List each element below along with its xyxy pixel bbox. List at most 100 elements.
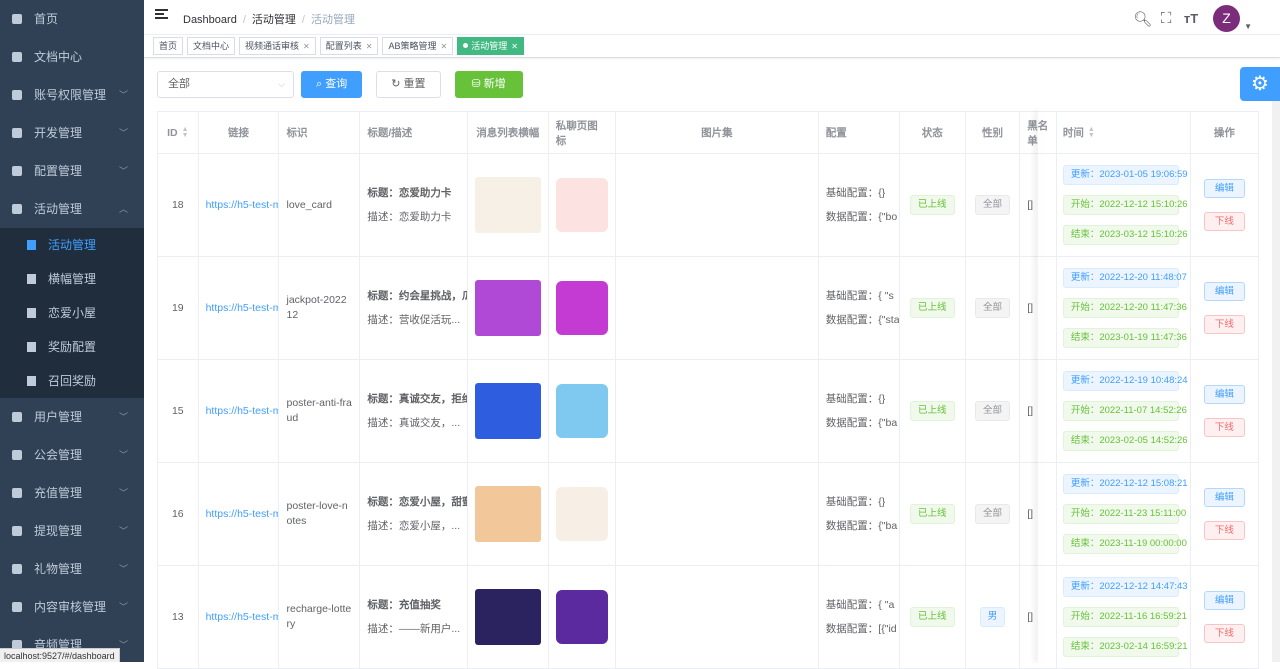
offline-button[interactable]: 下线 xyxy=(1204,624,1245,643)
sort-icon[interactable]: ▲▼ xyxy=(1088,127,1095,139)
tag-4[interactable]: AB策略管理✕ xyxy=(382,37,453,55)
submenu-item-1[interactable]: 横幅管理 xyxy=(0,262,144,296)
base-label: 基础配置： xyxy=(826,496,879,508)
cell-sex: 男 xyxy=(966,566,1020,668)
cell-ident: poster-love-notes xyxy=(279,463,360,565)
query-button[interactable]: ⌕ 查询 xyxy=(301,71,362,98)
time-badges: 更新：2022-12-12 14:47:43开始：2022-11-16 16:5… xyxy=(1063,572,1179,662)
sidebar-item-6[interactable]: 用户管理﹀ xyxy=(0,398,144,436)
base-value: {} xyxy=(878,187,885,199)
row-link[interactable]: https://h5-test-mo xyxy=(206,611,280,623)
time-label: 更新： xyxy=(1071,272,1100,283)
submenu-item-4[interactable]: 召回奖励 xyxy=(0,364,144,398)
close-icon[interactable]: ✕ xyxy=(366,42,373,51)
time-end-badge: 结束：2023-02-05 14:52:26 xyxy=(1063,431,1179,451)
sidebar-item-11[interactable]: 内容审核管理﹀ xyxy=(0,588,144,626)
offline-button[interactable]: 下线 xyxy=(1204,315,1245,334)
title-desc: 标题：恋爱助力卡描述：恋爱助力卡 xyxy=(367,181,451,229)
sidebar-item-10[interactable]: 礼物管理﹀ xyxy=(0,550,144,588)
base-label: 基础配置： xyxy=(826,393,879,405)
sidebar-item-8[interactable]: 充值管理﹀ xyxy=(0,474,144,512)
col-id[interactable]: ID▲▼ xyxy=(158,112,199,153)
sidebar-item-1[interactable]: 文档中心 xyxy=(0,38,144,76)
col-time[interactable]: 时间▲▼ xyxy=(1057,112,1191,153)
add-button[interactable]: ⛁ 新增 xyxy=(455,71,523,98)
vertical-scrollbar[interactable] xyxy=(1272,101,1280,662)
close-icon[interactable]: ✕ xyxy=(511,42,518,51)
tag-5[interactable]: 活动管理✕ xyxy=(457,37,524,55)
config: 基础配置：{ "a数据配置：[{"id xyxy=(826,593,897,641)
cell-link: https://h5-test-mo xyxy=(199,566,280,668)
cell-ident: love_card xyxy=(279,154,360,256)
edit-button[interactable]: 编辑 xyxy=(1204,488,1245,507)
filter-select[interactable]: 全部⌵ xyxy=(157,71,294,98)
edit-button[interactable]: 编辑 xyxy=(1204,282,1245,301)
sidebar-item-7[interactable]: 公会管理﹀ xyxy=(0,436,144,474)
close-icon[interactable]: ✕ xyxy=(440,42,447,51)
font-size-icon[interactable]: тT xyxy=(1183,11,1199,26)
breadcrumb-root[interactable]: Dashboard xyxy=(183,14,237,26)
cell-link: https://h5-test-mo xyxy=(199,154,280,256)
private-icon-image[interactable] xyxy=(556,590,608,644)
sidebar-item-0[interactable]: 首页 xyxy=(0,0,144,38)
sidebar-item-3[interactable]: 开发管理﹀ xyxy=(0,114,144,152)
offline-button[interactable]: 下线 xyxy=(1204,418,1245,437)
sex-badge: 全部 xyxy=(975,401,1010,421)
sidebar-item-label: 首页 xyxy=(34,12,58,26)
avatar[interactable]: Z xyxy=(1213,5,1240,32)
tag-3[interactable]: 配置列表✕ xyxy=(320,37,379,55)
time-label: 更新： xyxy=(1071,581,1100,592)
search-icon[interactable]: 🔍︎ xyxy=(1133,10,1149,28)
col-title: 标题/描述 xyxy=(360,112,467,153)
sidebar-item-5[interactable]: 活动管理︿ xyxy=(0,190,144,228)
row-link[interactable]: https://h5-test-mo xyxy=(206,302,280,314)
sidebar-item-2[interactable]: 账号权限管理﹀ xyxy=(0,76,144,114)
sort-icon[interactable]: ▲▼ xyxy=(182,127,189,139)
tag-0[interactable]: 首页 xyxy=(153,37,183,55)
offline-button[interactable]: 下线 xyxy=(1204,212,1245,231)
banner-image[interactable] xyxy=(475,589,541,645)
row-ident: poster-love-notes xyxy=(286,499,352,529)
submenu-item-2[interactable]: 恋爱小屋 xyxy=(0,296,144,330)
private-icon-image[interactable] xyxy=(556,281,608,335)
cell-ops: 编辑下线 xyxy=(1191,360,1259,462)
reset-button[interactable]: ↻ 重置 xyxy=(376,71,440,98)
fullscreen-icon[interactable]: ⛶ xyxy=(1158,10,1174,27)
submenu-item-3[interactable]: 奖励配置 xyxy=(0,330,144,364)
col-pics: 图片集 xyxy=(616,112,819,153)
tag-1[interactable]: 文档中心 xyxy=(187,37,235,55)
private-icon-image[interactable] xyxy=(556,178,608,232)
row-link[interactable]: https://h5-test-mo xyxy=(206,405,280,417)
banner-image[interactable] xyxy=(475,486,541,542)
submenu-item-label: 横幅管理 xyxy=(48,272,96,286)
row-actions: 编辑下线 xyxy=(1204,481,1245,547)
row-link[interactable]: https://h5-test-mo xyxy=(206,199,280,211)
edit-button[interactable]: 编辑 xyxy=(1204,591,1245,610)
private-icon-image[interactable] xyxy=(556,384,608,438)
caret-down-icon[interactable]: ▼ xyxy=(1244,22,1252,31)
submenu-item-0[interactable]: 活动管理 xyxy=(0,228,144,262)
close-icon[interactable]: ✕ xyxy=(303,42,310,51)
banner-image[interactable] xyxy=(475,280,541,336)
blacklist-value: [] xyxy=(1027,508,1033,520)
private-icon-image[interactable] xyxy=(556,487,608,541)
offline-button[interactable]: 下线 xyxy=(1204,521,1245,540)
time-value: 2022-12-19 10:48:24 xyxy=(1099,375,1187,386)
database-icon: ⛁ xyxy=(472,78,484,90)
submenu-item-label: 活动管理 xyxy=(48,238,96,252)
sidebar-item-9[interactable]: 提现管理﹀ xyxy=(0,512,144,550)
tag-2[interactable]: 视频通话审核✕ xyxy=(239,37,316,55)
row-link[interactable]: https://h5-test-mo xyxy=(206,508,280,520)
row-ident: poster-anti-fraud xyxy=(286,396,352,426)
navbar-actions: 🔍︎ ⛶ тT Z ▼ xyxy=(1124,5,1252,32)
edit-button[interactable]: 编辑 xyxy=(1204,179,1245,198)
desc-line: 描述：真诚交友，... xyxy=(367,411,467,435)
banner-image[interactable] xyxy=(475,177,541,233)
banner-image[interactable] xyxy=(475,383,541,439)
time-start-badge: 开始：2022-11-07 14:52:26 xyxy=(1063,401,1179,421)
sidebar-item-4[interactable]: 配置管理﹀ xyxy=(0,152,144,190)
hamburger-icon[interactable] xyxy=(155,9,168,20)
navbar: Dashboard/活动管理/活动管理 🔍︎ ⛶ тT Z ▼ xyxy=(144,0,1280,34)
edit-button[interactable]: 编辑 xyxy=(1204,385,1245,404)
settings-gear-icon[interactable]: ⚙ xyxy=(1240,67,1280,101)
